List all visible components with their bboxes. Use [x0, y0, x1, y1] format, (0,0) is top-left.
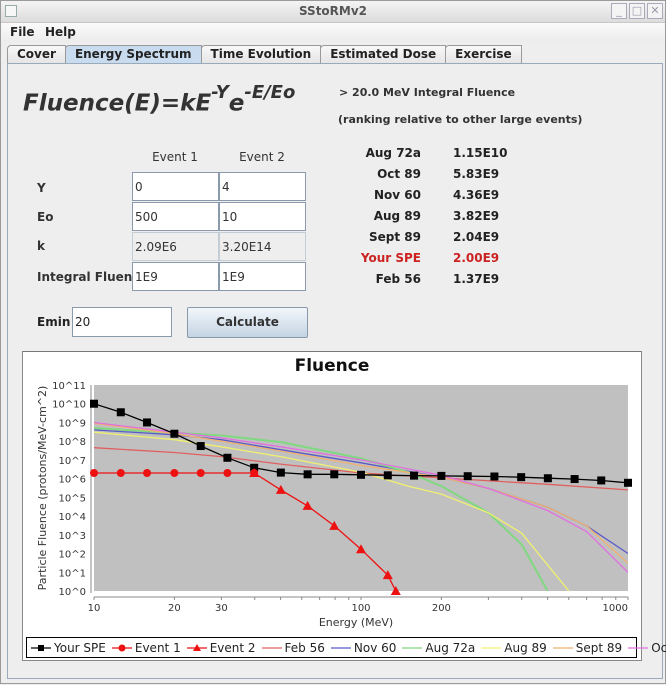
ranking-event-name: Oct 89	[377, 167, 421, 181]
column-header-event-1: Event 1	[152, 150, 198, 164]
legend-item: Event 2	[186, 640, 256, 655]
legend-item: Feb 56	[261, 640, 325, 655]
ranking-event-value: 5.83E9	[453, 167, 500, 181]
legend-item: Oct 89	[628, 641, 666, 655]
row-label-k: k	[37, 239, 45, 253]
legend-swatch-icon	[628, 646, 649, 649]
tab-estimated-dose[interactable]: Estimated Dose	[320, 45, 447, 64]
ranking-event-value: 2.00E9	[453, 251, 500, 265]
menu-bar: File Help	[1, 23, 665, 42]
legend-label: Sept 89	[575, 640, 623, 655]
ranking-event-value: 1.37E9	[453, 272, 500, 286]
ranking-event-value: 3.82E9	[453, 209, 500, 223]
tab-energy-spectrum[interactable]: Energy Spectrum	[64, 45, 202, 64]
title-bar: SStoRMv2 _ □ ✕	[1, 1, 665, 23]
column-header-event-2: Event 2	[239, 150, 285, 164]
ranking-row: Oct 89 5.83E9	[341, 167, 511, 183]
legend-label: Event 2	[209, 640, 256, 655]
integral-fluence-event-1-input[interactable]: 1E9	[132, 262, 219, 291]
k-event-1-value: 2.09E6	[132, 232, 219, 261]
ranking-event-value: 4.36E9	[453, 188, 500, 202]
menu-file[interactable]: File	[10, 25, 35, 39]
legend-swatch-icon	[261, 646, 282, 649]
ranking-event-name: Aug 89	[373, 209, 421, 223]
close-button[interactable]: ✕	[647, 3, 663, 19]
legend-item: Your SPE	[31, 641, 106, 655]
fluence-chart: Fluence	[22, 351, 642, 661]
app-window: SStoRMv2 _ □ ✕ File Help Cover Energy Sp…	[0, 0, 666, 684]
legend-label: Feb 56	[284, 640, 325, 655]
row-label-gamma: Y	[37, 181, 46, 195]
ranking-event-name: Feb 56	[375, 272, 421, 286]
k-event-2-value: 3.20E14	[219, 232, 306, 261]
ranking-row: Your SPE 2.00E9	[341, 251, 511, 267]
ranking-event-value: 2.04E9	[453, 230, 500, 244]
ranking-row: Feb 56 1.37E9	[341, 272, 511, 288]
tab-cover[interactable]: Cover	[7, 45, 66, 64]
chart-title: Fluence	[294, 356, 370, 376]
legend-label: Aug 89	[504, 640, 547, 655]
ranking-event-name: Nov 60	[374, 188, 421, 202]
window-title: SStoRMv2	[298, 4, 368, 18]
ranking-event-name: Aug 72a	[365, 146, 421, 160]
tab-time-evolution[interactable]: Time Evolution	[200, 45, 322, 64]
formula-base: Fluence(E)=kE	[23, 90, 212, 117]
minimize-button[interactable]: _	[611, 3, 627, 19]
eo-event-1-input[interactable]: 500	[132, 202, 219, 231]
emin-label: Emin	[37, 315, 71, 329]
maximize-button[interactable]: □	[629, 3, 645, 19]
legend-label: Your SPE	[54, 640, 106, 655]
legend-item: Aug 89	[481, 641, 547, 655]
legend-label: Nov 60	[353, 640, 397, 655]
ranking-event-name: Sept 89	[369, 230, 421, 244]
ranking-row: Nov 60 4.36E9	[341, 188, 511, 204]
integral-fluence-event-2-input[interactable]: 1E9	[219, 262, 306, 291]
tab-exercise[interactable]: Exercise	[445, 45, 522, 64]
emin-input[interactable]: 20	[72, 307, 172, 337]
legend-swatch-icon	[481, 646, 502, 649]
ranking-event-value: 1.15E10	[453, 146, 508, 160]
legend-swatch-icon	[402, 646, 423, 649]
ranking-row: Aug 89 3.82E9	[341, 209, 511, 225]
legend-label: Aug 72a	[425, 640, 476, 655]
ranking-subheader: (ranking relative to other large events)	[338, 113, 583, 126]
legend-swatch-icon	[552, 646, 573, 649]
legend-swatch-icon	[111, 644, 132, 651]
legend-swatch-icon	[330, 646, 351, 649]
legend-item: Aug 72a	[402, 641, 475, 655]
ranking-row: Sept 89 2.04E9	[341, 230, 511, 246]
legend-label: Oct 89	[651, 640, 666, 655]
legend-item: Nov 60	[330, 640, 397, 655]
legend-item: Event 1	[111, 640, 181, 655]
formula-e: e	[228, 90, 245, 117]
legend-swatch-icon	[186, 643, 207, 651]
ranking-event-name: Your SPE	[360, 251, 421, 265]
legend-swatch-icon	[31, 644, 51, 651]
menu-help[interactable]: Help	[45, 25, 76, 39]
legend-label: Event 1	[134, 640, 181, 655]
ranking-row: Aug 72a 1.15E10	[341, 146, 511, 162]
row-label-integral-fluence: Integral Fluen...	[37, 270, 146, 284]
tab-bar: Cover Energy Spectrum Time Evolution Est…	[7, 45, 522, 64]
gamma-event-2-input[interactable]: 4	[219, 172, 306, 201]
calculate-button[interactable]: Calculate	[187, 307, 308, 338]
chart-legend: Your SPE Event 1 Event 2 Feb 56 Nov 60 Aug 72…	[26, 637, 666, 658]
gamma-event-1-input[interactable]: 0	[132, 172, 219, 201]
ranking-header: > 20.0 MeV Integral Fluence	[339, 86, 516, 99]
row-label-eo: Eo	[37, 210, 54, 224]
fluence-formula: Fluence(E)=kE-Ye-E/Eo	[23, 82, 295, 117]
formula-exponent-e: -E/Eo	[244, 82, 296, 103]
formula-exponent-gamma: -Y	[211, 82, 229, 103]
eo-event-2-input[interactable]: 10	[219, 202, 306, 231]
legend-item: Sept 89	[552, 640, 623, 655]
